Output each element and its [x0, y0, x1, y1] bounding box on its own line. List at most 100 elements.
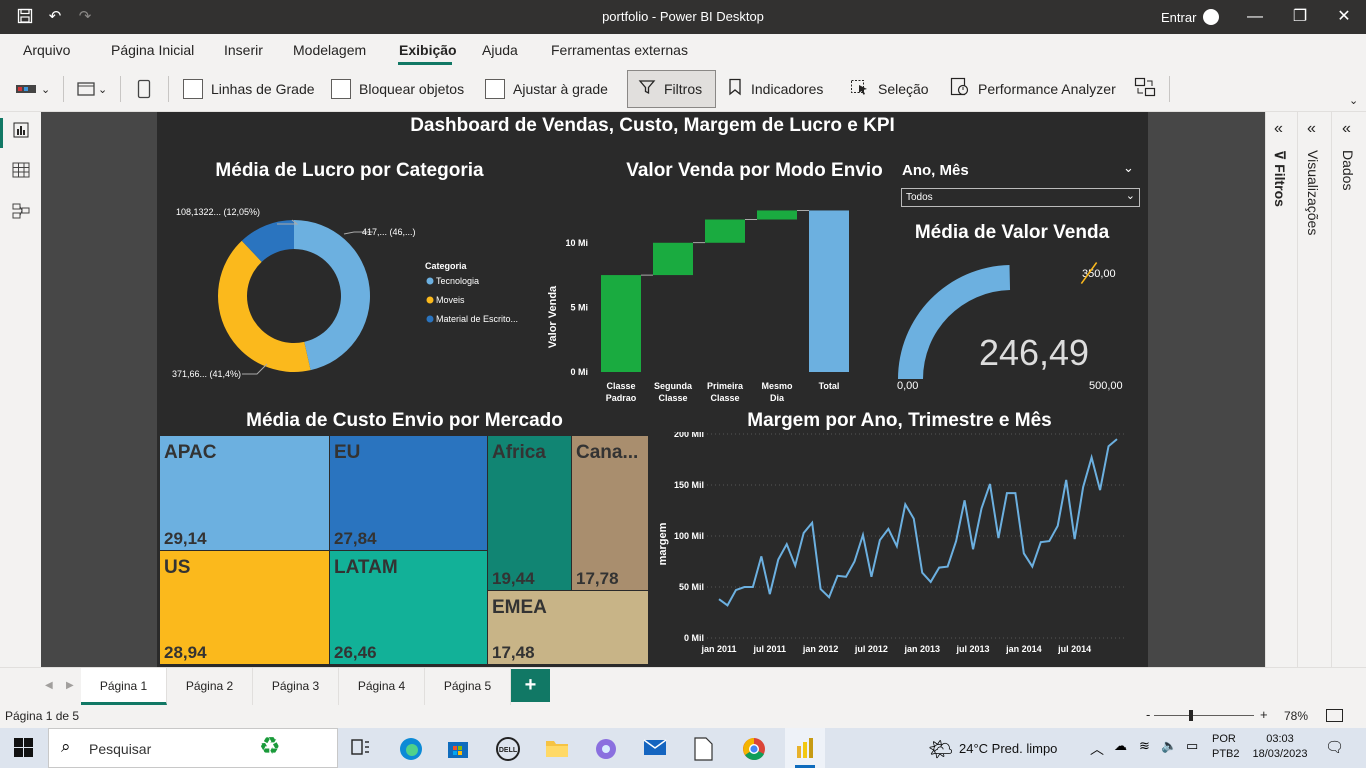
- slicer-dropdown[interactable]: Todos ⌄: [901, 188, 1140, 207]
- tab-pagina-1[interactable]: Página 1: [81, 668, 167, 705]
- waterfall-x-label: Classe: [710, 393, 739, 403]
- zoom-in-button[interactable]: +: [1260, 707, 1268, 722]
- waterfall-chart[interactable]: Valor Venda 0 Mi 5 Mi 10 Mi Classe Padrao Seg…: [542, 192, 872, 412]
- scroll-left-icon[interactable]: ◀: [45, 680, 53, 691]
- visualizations-pane-collapsed[interactable]: « Visualizações: [1297, 112, 1331, 667]
- document-icon[interactable]: [692, 736, 718, 761]
- menu-exibicao[interactable]: Exibição: [399, 42, 457, 58]
- sync-slicers-button[interactable]: [1134, 74, 1164, 104]
- tab-pagina-3[interactable]: Página 3: [253, 668, 339, 705]
- filters-pane-text: Filtros: [1272, 164, 1288, 207]
- table-view-icon[interactable]: [11, 162, 31, 182]
- file-explorer-icon[interactable]: [544, 736, 570, 760]
- slicer-expand-icon[interactable]: ⌄: [1123, 160, 1134, 176]
- menu-ferramentas-externas[interactable]: Ferramentas externas: [551, 42, 688, 58]
- dell-icon[interactable]: DELL: [495, 736, 521, 761]
- treemap-cell-eu[interactable]: EU 27,84: [330, 436, 487, 550]
- microsoft-store-icon[interactable]: [446, 736, 472, 760]
- mobile-layout-button[interactable]: [137, 74, 151, 104]
- filters-pane-button[interactable]: Filtros: [627, 70, 716, 108]
- gauge-chart[interactable]: 246,49 0,00 500,00 350,00: [887, 247, 1147, 397]
- tab-pagina-4[interactable]: Página 4: [339, 668, 425, 705]
- fit-to-page-icon[interactable]: [1326, 709, 1343, 722]
- treemap-cell-us[interactable]: US 28,94: [160, 551, 329, 664]
- clock[interactable]: 03:03 18/03/2023: [1250, 733, 1310, 760]
- themes-dropdown[interactable]: ⌄: [16, 74, 50, 104]
- model-view-icon[interactable]: [11, 202, 31, 222]
- performance-analyzer-button[interactable]: Performance Analyzer: [950, 74, 1116, 104]
- selection-pane-button[interactable]: Seleção: [850, 74, 929, 104]
- bookmarks-pane-button[interactable]: Indicadores: [727, 74, 823, 104]
- show-hidden-icons[interactable]: ︿: [1090, 739, 1104, 759]
- selection-label: Seleção: [878, 81, 929, 97]
- legend-item[interactable]: Moveis: [436, 295, 465, 305]
- onedrive-icon[interactable]: ☁: [1114, 738, 1127, 754]
- waterfall-bar-2[interactable]: [705, 219, 745, 243]
- waterfall-bar-4[interactable]: [809, 210, 849, 372]
- tab-pagina-5[interactable]: Página 5: [425, 668, 511, 705]
- weather-text[interactable]: 24°C Pred. limpo: [959, 741, 1057, 756]
- lock-objects-checkbox[interactable]: Bloquear objetos: [331, 74, 464, 104]
- treemap-label: Cana...: [576, 442, 639, 463]
- treemap-cell-emea[interactable]: EMEA 17,48: [488, 591, 648, 664]
- lock-objects-label: Bloquear objetos: [359, 81, 465, 97]
- waterfall-bar-3[interactable]: [757, 210, 797, 220]
- line-chart[interactable]: margem 0 Mil 50 Mil 100 Mil 150 Mil 200 Mil j…: [652, 432, 1142, 667]
- minimize-button[interactable]: —: [1240, 6, 1270, 28]
- zoom-out-button[interactable]: -: [1146, 707, 1150, 722]
- restore-button[interactable]: ❐: [1285, 6, 1315, 28]
- menu-modelagem[interactable]: Modelagem: [293, 42, 366, 58]
- volume-icon[interactable]: 🔈: [1161, 738, 1177, 754]
- legend-item[interactable]: Material de Escrito...: [436, 314, 518, 324]
- filters-pane-collapsed[interactable]: « ⊽ Filtros: [1265, 112, 1297, 667]
- notifications-icon[interactable]: 🗨: [1325, 738, 1344, 756]
- collapse-ribbon-icon[interactable]: ⌄: [1349, 94, 1358, 107]
- donut-slice-1[interactable]: [218, 240, 311, 372]
- legend-item[interactable]: Tecnologia: [436, 276, 479, 286]
- weather-icon[interactable]: 🌤: [928, 737, 953, 762]
- waterfall-x-label: Padrao: [606, 393, 637, 403]
- donut-chart[interactable]: 108,1322... (12,05%) 417,... (46,...) 37…: [157, 192, 542, 392]
- edge-browser-icon[interactable]: [398, 736, 424, 760]
- expand-visualizations-icon[interactable]: «: [1307, 120, 1316, 138]
- menu-arquivo[interactable]: Arquivo: [23, 42, 70, 58]
- page-view-dropdown[interactable]: ⌄: [77, 74, 107, 104]
- copilot-icon[interactable]: [593, 736, 619, 760]
- menu-pagina-inicial[interactable]: Página Inicial: [111, 42, 194, 58]
- battery-icon[interactable]: ▭: [1186, 738, 1198, 754]
- menu-inserir[interactable]: Inserir: [224, 42, 263, 58]
- zoom-slider[interactable]: [1154, 715, 1254, 716]
- data-pane-collapsed[interactable]: « Dados: [1331, 112, 1366, 667]
- mail-icon[interactable]: [642, 736, 668, 760]
- language-indicator[interactable]: POR PTB2: [1212, 733, 1240, 760]
- waterfall-bar-1[interactable]: [653, 242, 693, 276]
- wifi-icon[interactable]: ≋: [1139, 738, 1150, 754]
- add-page-button[interactable]: +: [511, 669, 550, 702]
- tab-pagina-2[interactable]: Página 2: [167, 668, 253, 705]
- line-series[interactable]: [718, 438, 1118, 607]
- treemap-cell-apac[interactable]: APAC 29,14: [160, 436, 329, 550]
- gridlines-checkbox[interactable]: Linhas de Grade: [183, 74, 315, 104]
- gauge-max-label: 500,00: [1089, 380, 1123, 392]
- close-button[interactable]: ✕: [1329, 6, 1359, 28]
- snap-to-grid-checkbox[interactable]: Ajustar à grade: [485, 74, 608, 104]
- windows-start-icon[interactable]: [14, 738, 40, 762]
- chrome-icon[interactable]: [741, 736, 767, 760]
- treemap-cell-latam[interactable]: LATAM 26,46: [330, 551, 487, 664]
- taskbar-search-box[interactable]: ⌕ Pesquisar ♻: [48, 728, 338, 768]
- waterfall-bar-0[interactable]: [601, 275, 641, 372]
- expand-filters-icon[interactable]: «: [1274, 120, 1283, 138]
- zoom-slider-thumb[interactable]: [1189, 710, 1193, 721]
- treemap-cell-africa[interactable]: Africa 19,44: [488, 436, 571, 590]
- task-view-icon[interactable]: [349, 736, 375, 760]
- treemap-cell-canada[interactable]: Cana... 17,78: [572, 436, 648, 590]
- account-toggle[interactable]: [1203, 9, 1219, 25]
- report-view-icon[interactable]: [11, 122, 31, 142]
- scroll-right-icon[interactable]: ▶: [66, 680, 74, 691]
- filter-icon: [638, 78, 656, 101]
- expand-data-icon[interactable]: «: [1342, 120, 1351, 138]
- treemap[interactable]: APAC 29,14 EU 27,84 Africa 19,44 Cana...…: [160, 436, 648, 664]
- sign-in-link[interactable]: Entrar: [1161, 10, 1196, 25]
- powerbi-taskbar-button[interactable]: [785, 728, 825, 768]
- menu-ajuda[interactable]: Ajuda: [482, 42, 518, 58]
